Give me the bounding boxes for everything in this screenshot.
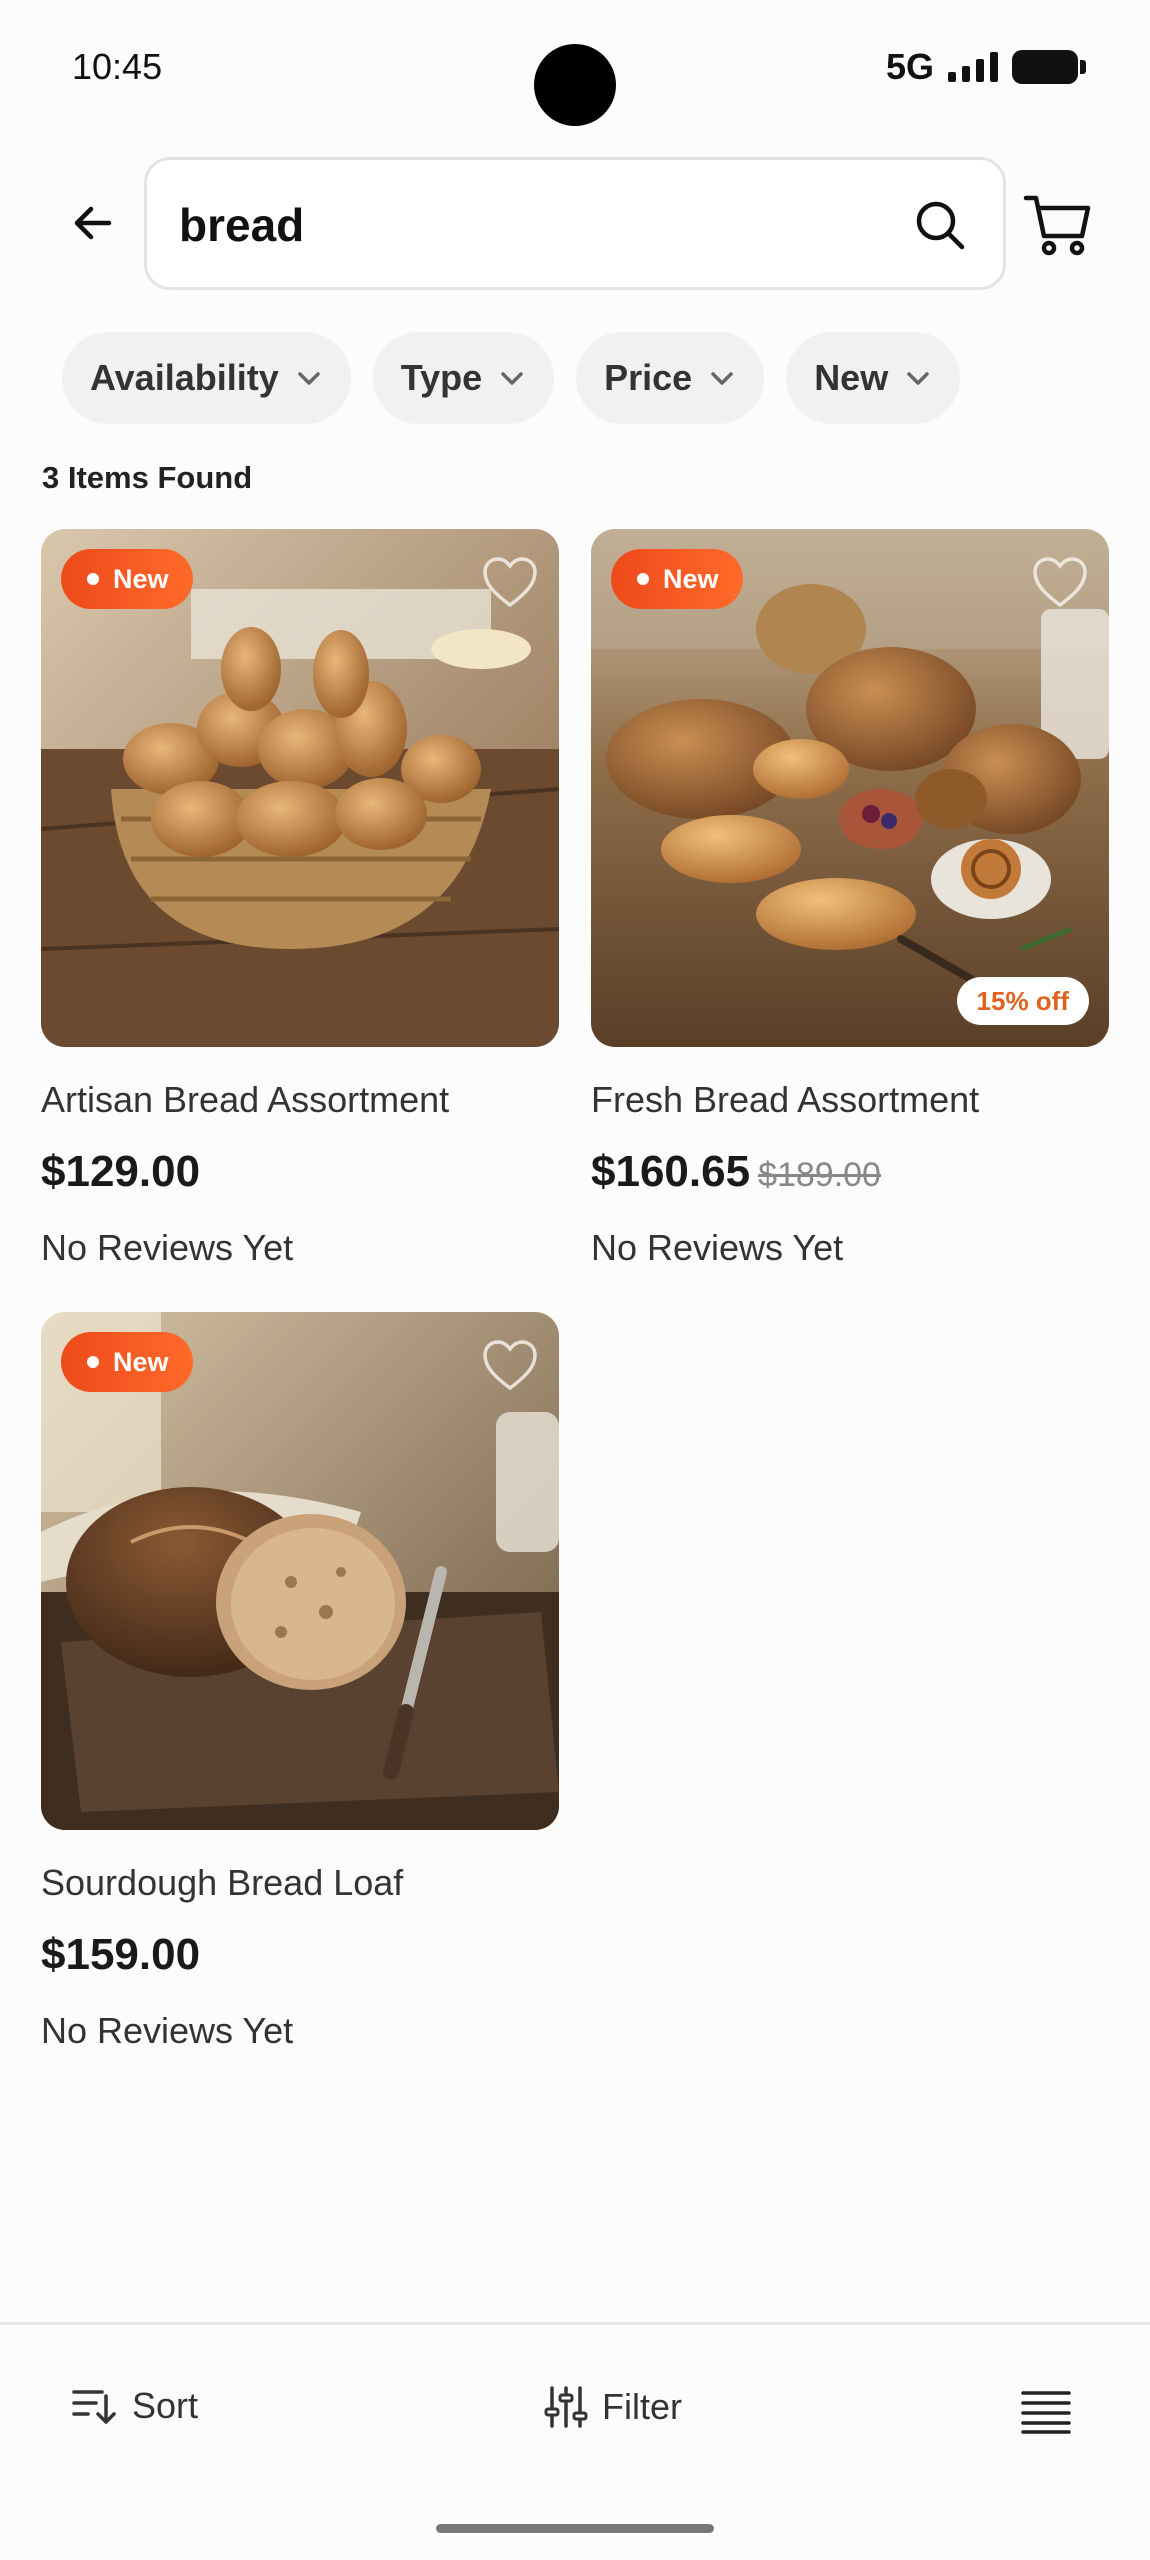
cart-button[interactable] [1022, 188, 1094, 260]
price-row: $129.00 [41, 1147, 559, 1197]
network-type: 5G [885, 46, 934, 87]
product-name[interactable]: Fresh Bread Assortment [591, 1079, 1109, 1121]
price-row: $159.00 [41, 1930, 559, 1980]
new-badge: New [61, 549, 193, 609]
chevron-down-icon [711, 372, 733, 385]
bottom-action-bar: Sort Filter [0, 2325, 1150, 2495]
product-price: $129.00 [41, 1147, 201, 1196]
product-card[interactable]: New Sourdough Bread Loaf $159.00 No Revi… [41, 1312, 559, 2052]
signal-icon [948, 52, 998, 82]
product-name[interactable]: Artisan Bread Assortment [41, 1079, 559, 1121]
discount-badge: 15% off [956, 977, 1089, 1025]
product-reviews: No Reviews Yet [591, 1227, 844, 1268]
heart-icon[interactable] [481, 555, 539, 609]
original-price: $189.00 [758, 1156, 881, 1194]
product-card[interactable]: New Artisan Bread Assortment $129.00 No … [41, 529, 559, 1269]
product-image[interactable]: New 15% off [591, 529, 1109, 1047]
search-icon[interactable] [911, 196, 969, 254]
chip-label: Price [604, 357, 693, 398]
new-badge: New [611, 549, 743, 609]
product-reviews: No Reviews Yet [41, 1227, 294, 1268]
back-button[interactable] [60, 190, 126, 256]
battery-icon [1012, 50, 1086, 84]
badge-dot [87, 573, 99, 585]
badge-dot [87, 1356, 99, 1368]
badge-label: New [113, 563, 169, 594]
chip-label: Type [400, 357, 483, 398]
badge-dot [637, 573, 649, 585]
sort-label: Sort [132, 2385, 199, 2426]
filter-chips: Availability Type Price New [62, 332, 961, 424]
chevron-down-icon [501, 372, 523, 385]
chevron-down-icon [298, 372, 320, 385]
product-image[interactable]: New [41, 529, 559, 1047]
filter-chip-new[interactable]: New [786, 332, 961, 424]
list-view-icon [1021, 2391, 1071, 2434]
chip-label: Availability [90, 357, 279, 398]
filter-chip-price[interactable]: Price [576, 332, 765, 424]
results-count: 3 Items Found [42, 460, 253, 495]
heart-icon[interactable] [1031, 555, 1089, 609]
product-name[interactable]: Sourdough Bread Loaf [41, 1862, 559, 1904]
product-card[interactable]: New 15% off Fresh Bread Assortment $160.… [591, 529, 1109, 1269]
filter-chip-availability[interactable]: Availability [62, 332, 351, 424]
filter-chip-type[interactable]: Type [372, 332, 555, 424]
product-reviews: No Reviews Yet [41, 2010, 294, 2051]
cart-icon [1023, 195, 1091, 256]
chevron-down-icon [907, 372, 929, 385]
back-arrow-icon [74, 206, 112, 240]
sort-button[interactable]: Sort [72, 2385, 198, 2427]
heart-icon[interactable] [481, 1338, 539, 1392]
badge-label: New [663, 563, 719, 594]
list-view-button[interactable] [1020, 2389, 1072, 2435]
status-bar: 10:45 5G [0, 0, 1150, 140]
chip-label: New [814, 357, 889, 398]
product-price: $159.00 [41, 1930, 201, 1979]
product-price: $160.65 [591, 1147, 751, 1196]
sort-icon [72, 2390, 116, 2424]
filter-label: Filter [602, 2386, 682, 2427]
front-camera [534, 44, 616, 126]
home-indicator [436, 2524, 714, 2533]
filter-sliders-icon [544, 2386, 588, 2428]
product-image[interactable]: New [41, 1312, 559, 1830]
new-badge: New [61, 1332, 193, 1392]
badge-label: New [113, 1346, 169, 1377]
filter-button[interactable]: Filter [544, 2385, 682, 2429]
search-input[interactable]: bread [144, 157, 1006, 290]
search-query[interactable]: bread [179, 198, 304, 252]
status-indicators: 5G [885, 46, 1086, 88]
price-row: $160.65 $189.00 [591, 1147, 1109, 1197]
status-time: 10:45 [72, 46, 163, 87]
